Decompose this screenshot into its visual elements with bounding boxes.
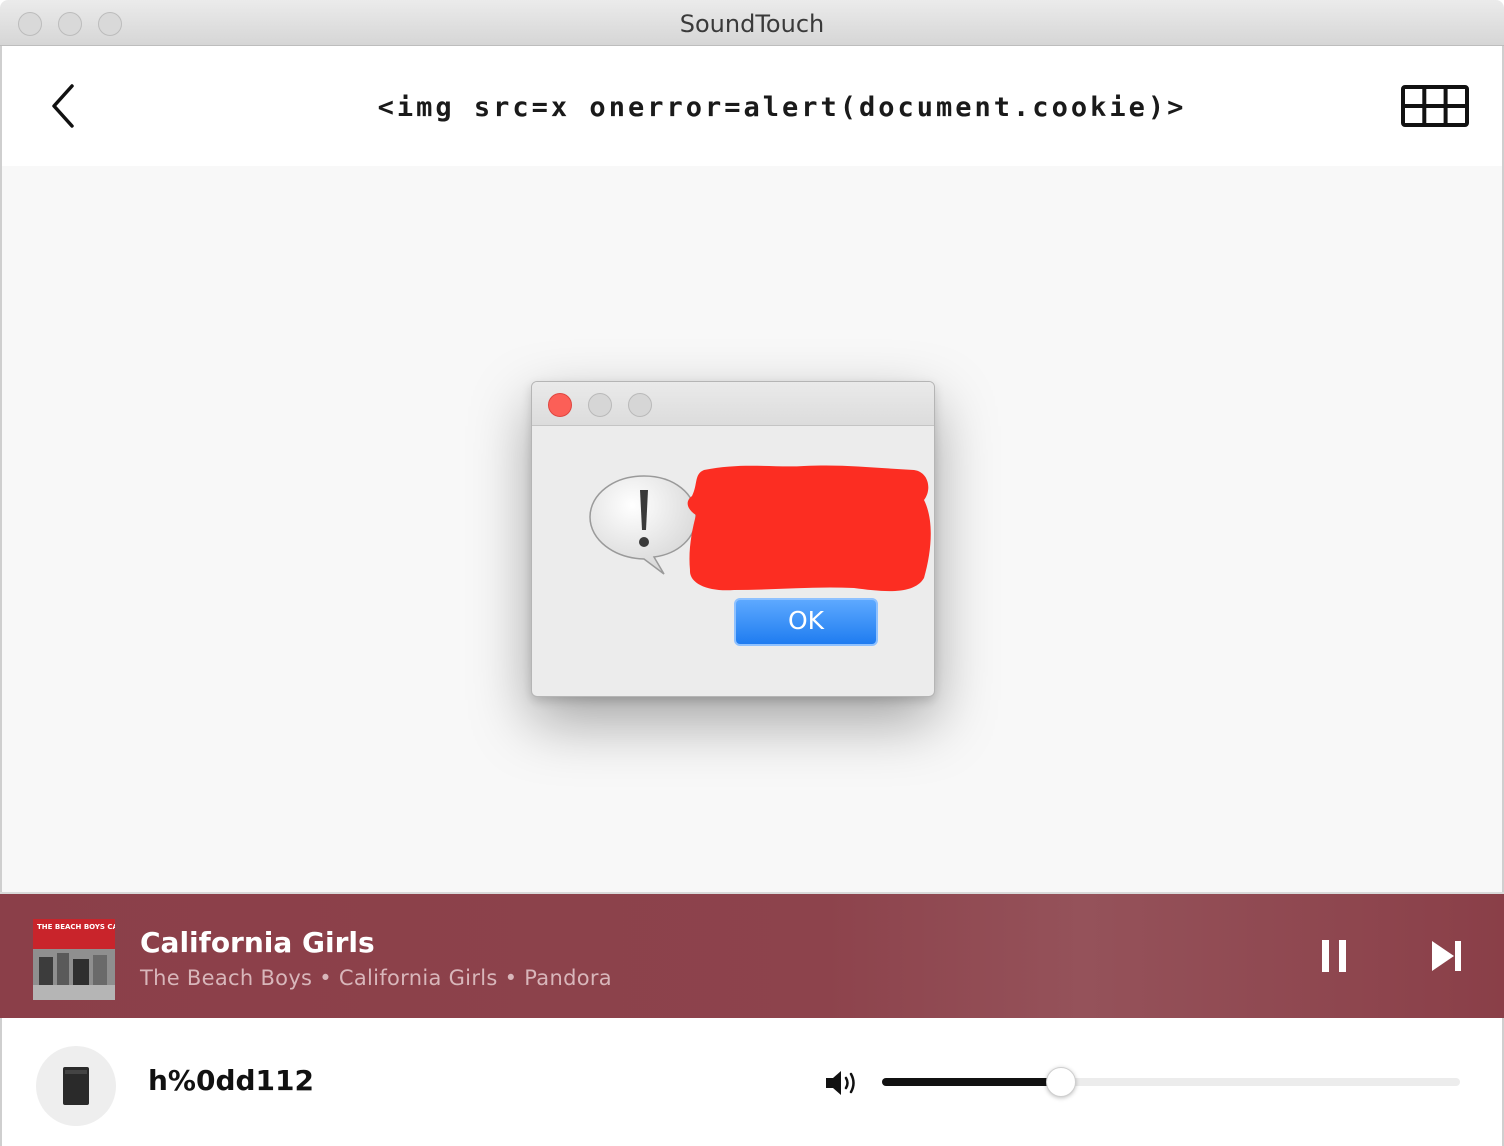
page-title: <img src=x onerror=alert(document.cookie… [377,92,1187,123]
alert-dialog: OK [531,381,935,697]
chevron-left-icon [52,84,74,128]
skip-next-button[interactable] [1430,938,1464,974]
speaker-button[interactable] [36,1046,116,1126]
dialog-titlebar [532,382,934,426]
dialog-minimize-button [588,393,612,417]
pause-button[interactable] [1320,938,1348,974]
volume-icon[interactable] [824,1069,860,1097]
device-name: h%0dd112 [148,1064,315,1097]
dialog-zoom-button [628,393,652,417]
window-title: SoundTouch [679,10,825,38]
redacted-message [684,460,934,600]
volume-slider[interactable] [882,1067,1460,1097]
track-title: California Girls [140,926,375,959]
volume-slider-handle[interactable] [1046,1067,1077,1097]
skip-next-icon [1432,941,1461,971]
device-bar: h%0dd112 [0,1018,1504,1146]
track-subtitle: The Beach Boys • California Girls • Pand… [140,966,612,990]
grid-view-button[interactable] [1400,84,1470,128]
speaker-icon [63,1067,89,1105]
grid-icon [1401,85,1469,127]
pause-icon [1322,940,1346,972]
album-art-text: THE BEACH BOYS CALIFORNIA GIRLS [37,923,115,931]
back-button[interactable] [42,82,86,130]
now-playing-bar[interactable]: THE BEACH BOYS CALIFORNIA GIRLS Californ… [0,892,1504,1018]
app-header: <img src=x onerror=alert(document.cookie… [0,46,1504,166]
window-titlebar: SoundTouch [0,0,1504,46]
volume-level-fill [882,1078,1062,1086]
ok-button[interactable]: OK [734,598,878,646]
dialog-close-button[interactable] [548,393,572,417]
album-art[interactable]: THE BEACH BOYS CALIFORNIA GIRLS [33,919,115,1000]
